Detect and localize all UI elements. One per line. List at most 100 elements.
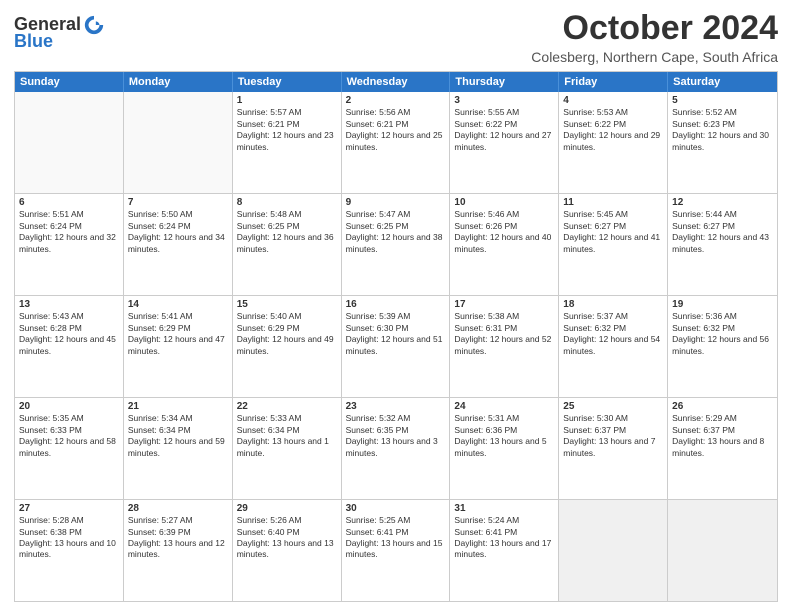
day-number: 28 <box>128 503 228 514</box>
day-number: 11 <box>563 197 663 208</box>
day-of-week-sunday: Sunday <box>15 72 124 92</box>
calendar-cell: 11Sunrise: 5:45 AMSunset: 6:27 PMDayligh… <box>559 194 668 295</box>
header: General Blue October 2024 Colesberg, Nor… <box>14 10 778 65</box>
calendar-cell: 28Sunrise: 5:27 AMSunset: 6:39 PMDayligh… <box>124 500 233 601</box>
day-info: Sunrise: 5:51 AMSunset: 6:24 PMDaylight:… <box>19 209 119 255</box>
logo-blue: Blue <box>14 32 53 52</box>
calendar-cell: 15Sunrise: 5:40 AMSunset: 6:29 PMDayligh… <box>233 296 342 397</box>
calendar-cell: 17Sunrise: 5:38 AMSunset: 6:31 PMDayligh… <box>450 296 559 397</box>
day-number: 22 <box>237 401 337 412</box>
title-area: October 2024 Colesberg, Northern Cape, S… <box>531 10 778 65</box>
day-number: 23 <box>346 401 446 412</box>
calendar-cell: 7Sunrise: 5:50 AMSunset: 6:24 PMDaylight… <box>124 194 233 295</box>
month-title: October 2024 <box>531 10 778 47</box>
calendar-week-5: 27Sunrise: 5:28 AMSunset: 6:38 PMDayligh… <box>15 500 777 601</box>
logo: General Blue <box>14 14 105 52</box>
day-number: 29 <box>237 503 337 514</box>
day-number: 20 <box>19 401 119 412</box>
day-info: Sunrise: 5:53 AMSunset: 6:22 PMDaylight:… <box>563 107 663 153</box>
calendar-cell: 9Sunrise: 5:47 AMSunset: 6:25 PMDaylight… <box>342 194 451 295</box>
calendar-cell: 5Sunrise: 5:52 AMSunset: 6:23 PMDaylight… <box>668 92 777 193</box>
day-number: 14 <box>128 299 228 310</box>
day-number: 1 <box>237 95 337 106</box>
calendar-week-2: 6Sunrise: 5:51 AMSunset: 6:24 PMDaylight… <box>15 194 777 296</box>
calendar-cell: 3Sunrise: 5:55 AMSunset: 6:22 PMDaylight… <box>450 92 559 193</box>
calendar-cell: 1Sunrise: 5:57 AMSunset: 6:21 PMDaylight… <box>233 92 342 193</box>
day-info: Sunrise: 5:46 AMSunset: 6:26 PMDaylight:… <box>454 209 554 255</box>
day-number: 15 <box>237 299 337 310</box>
day-info: Sunrise: 5:43 AMSunset: 6:28 PMDaylight:… <box>19 311 119 357</box>
calendar-cell: 27Sunrise: 5:28 AMSunset: 6:38 PMDayligh… <box>15 500 124 601</box>
day-info: Sunrise: 5:57 AMSunset: 6:21 PMDaylight:… <box>237 107 337 153</box>
day-info: Sunrise: 5:31 AMSunset: 6:36 PMDaylight:… <box>454 413 554 459</box>
calendar-cell: 18Sunrise: 5:37 AMSunset: 6:32 PMDayligh… <box>559 296 668 397</box>
day-number: 7 <box>128 197 228 208</box>
calendar-cell: 23Sunrise: 5:32 AMSunset: 6:35 PMDayligh… <box>342 398 451 499</box>
day-info: Sunrise: 5:24 AMSunset: 6:41 PMDaylight:… <box>454 515 554 561</box>
calendar-cell: 10Sunrise: 5:46 AMSunset: 6:26 PMDayligh… <box>450 194 559 295</box>
day-info: Sunrise: 5:52 AMSunset: 6:23 PMDaylight:… <box>672 107 773 153</box>
day-of-week-wednesday: Wednesday <box>342 72 451 92</box>
page: General Blue October 2024 Colesberg, Nor… <box>0 0 792 612</box>
day-info: Sunrise: 5:44 AMSunset: 6:27 PMDaylight:… <box>672 209 773 255</box>
day-number: 24 <box>454 401 554 412</box>
day-info: Sunrise: 5:25 AMSunset: 6:41 PMDaylight:… <box>346 515 446 561</box>
day-number: 17 <box>454 299 554 310</box>
calendar-cell <box>124 92 233 193</box>
calendar-cell: 31Sunrise: 5:24 AMSunset: 6:41 PMDayligh… <box>450 500 559 601</box>
day-info: Sunrise: 5:41 AMSunset: 6:29 PMDaylight:… <box>128 311 228 357</box>
day-info: Sunrise: 5:32 AMSunset: 6:35 PMDaylight:… <box>346 413 446 459</box>
day-info: Sunrise: 5:47 AMSunset: 6:25 PMDaylight:… <box>346 209 446 255</box>
day-number: 6 <box>19 197 119 208</box>
calendar-cell: 26Sunrise: 5:29 AMSunset: 6:37 PMDayligh… <box>668 398 777 499</box>
day-of-week-friday: Friday <box>559 72 668 92</box>
calendar-cell: 29Sunrise: 5:26 AMSunset: 6:40 PMDayligh… <box>233 500 342 601</box>
day-info: Sunrise: 5:45 AMSunset: 6:27 PMDaylight:… <box>563 209 663 255</box>
day-info: Sunrise: 5:55 AMSunset: 6:22 PMDaylight:… <box>454 107 554 153</box>
day-of-week-thursday: Thursday <box>450 72 559 92</box>
calendar-cell <box>559 500 668 601</box>
day-number: 31 <box>454 503 554 514</box>
day-info: Sunrise: 5:39 AMSunset: 6:30 PMDaylight:… <box>346 311 446 357</box>
day-info: Sunrise: 5:56 AMSunset: 6:21 PMDaylight:… <box>346 107 446 153</box>
day-info: Sunrise: 5:38 AMSunset: 6:31 PMDaylight:… <box>454 311 554 357</box>
day-number: 2 <box>346 95 446 106</box>
calendar-cell: 4Sunrise: 5:53 AMSunset: 6:22 PMDaylight… <box>559 92 668 193</box>
day-of-week-monday: Monday <box>124 72 233 92</box>
day-number: 5 <box>672 95 773 106</box>
day-number: 9 <box>346 197 446 208</box>
calendar-cell: 24Sunrise: 5:31 AMSunset: 6:36 PMDayligh… <box>450 398 559 499</box>
day-number: 16 <box>346 299 446 310</box>
location: Colesberg, Northern Cape, South Africa <box>531 49 778 65</box>
day-info: Sunrise: 5:50 AMSunset: 6:24 PMDaylight:… <box>128 209 228 255</box>
day-of-week-tuesday: Tuesday <box>233 72 342 92</box>
calendar-cell: 12Sunrise: 5:44 AMSunset: 6:27 PMDayligh… <box>668 194 777 295</box>
day-info: Sunrise: 5:33 AMSunset: 6:34 PMDaylight:… <box>237 413 337 459</box>
day-number: 3 <box>454 95 554 106</box>
day-of-week-saturday: Saturday <box>668 72 777 92</box>
day-number: 19 <box>672 299 773 310</box>
day-number: 10 <box>454 197 554 208</box>
calendar-week-1: 1Sunrise: 5:57 AMSunset: 6:21 PMDaylight… <box>15 92 777 194</box>
calendar-cell: 13Sunrise: 5:43 AMSunset: 6:28 PMDayligh… <box>15 296 124 397</box>
day-info: Sunrise: 5:30 AMSunset: 6:37 PMDaylight:… <box>563 413 663 459</box>
day-info: Sunrise: 5:27 AMSunset: 6:39 PMDaylight:… <box>128 515 228 561</box>
day-number: 21 <box>128 401 228 412</box>
calendar-header: SundayMondayTuesdayWednesdayThursdayFrid… <box>15 72 777 92</box>
calendar-cell: 16Sunrise: 5:39 AMSunset: 6:30 PMDayligh… <box>342 296 451 397</box>
day-info: Sunrise: 5:48 AMSunset: 6:25 PMDaylight:… <box>237 209 337 255</box>
calendar-cell: 21Sunrise: 5:34 AMSunset: 6:34 PMDayligh… <box>124 398 233 499</box>
day-info: Sunrise: 5:40 AMSunset: 6:29 PMDaylight:… <box>237 311 337 357</box>
day-number: 8 <box>237 197 337 208</box>
day-info: Sunrise: 5:28 AMSunset: 6:38 PMDaylight:… <box>19 515 119 561</box>
day-number: 27 <box>19 503 119 514</box>
day-number: 13 <box>19 299 119 310</box>
calendar-week-4: 20Sunrise: 5:35 AMSunset: 6:33 PMDayligh… <box>15 398 777 500</box>
day-info: Sunrise: 5:26 AMSunset: 6:40 PMDaylight:… <box>237 515 337 561</box>
calendar-cell: 20Sunrise: 5:35 AMSunset: 6:33 PMDayligh… <box>15 398 124 499</box>
calendar-cell: 14Sunrise: 5:41 AMSunset: 6:29 PMDayligh… <box>124 296 233 397</box>
day-info: Sunrise: 5:29 AMSunset: 6:37 PMDaylight:… <box>672 413 773 459</box>
day-number: 25 <box>563 401 663 412</box>
calendar-cell: 19Sunrise: 5:36 AMSunset: 6:32 PMDayligh… <box>668 296 777 397</box>
calendar-week-3: 13Sunrise: 5:43 AMSunset: 6:28 PMDayligh… <box>15 296 777 398</box>
